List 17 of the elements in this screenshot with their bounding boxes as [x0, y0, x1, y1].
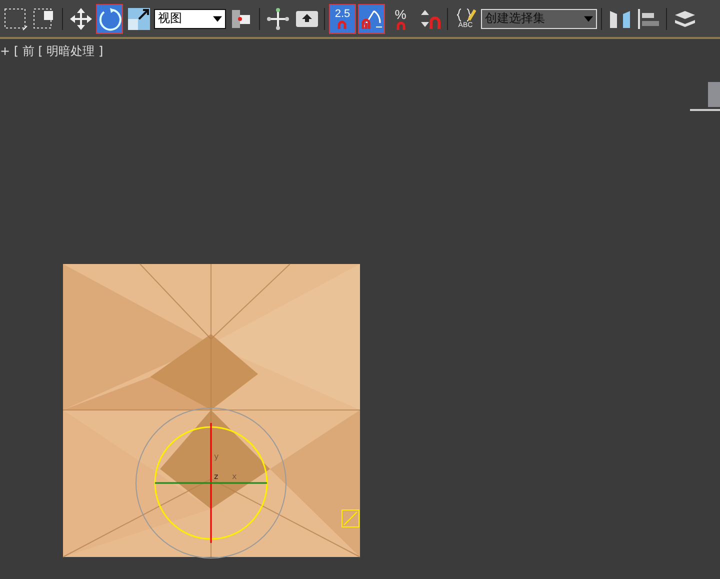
viewport-label[interactable]: + [ 前 [ 明暗处理 ] — [0, 43, 104, 60]
scale-icon — [126, 6, 150, 30]
select-rect-icon — [4, 6, 28, 30]
tool-button[interactable] — [358, 4, 385, 34]
object-drawing — [690, 82, 720, 111]
helper-square-icon — [342, 510, 360, 528]
layers-icon — [674, 10, 694, 26]
tool-button[interactable]: 2.5 — [329, 4, 356, 34]
move-icon — [68, 6, 92, 30]
rotate-icon — [98, 6, 122, 30]
rotate-gizmo-drawing: y z x — [136, 408, 286, 558]
caret-icon — [584, 16, 593, 22]
dropdown[interactable]: 视图 — [154, 8, 226, 28]
align-icon — [636, 6, 660, 30]
tool-button[interactable]: % — [387, 4, 414, 34]
caret-icon — [213, 16, 222, 22]
transform-center-icon — [266, 6, 290, 30]
